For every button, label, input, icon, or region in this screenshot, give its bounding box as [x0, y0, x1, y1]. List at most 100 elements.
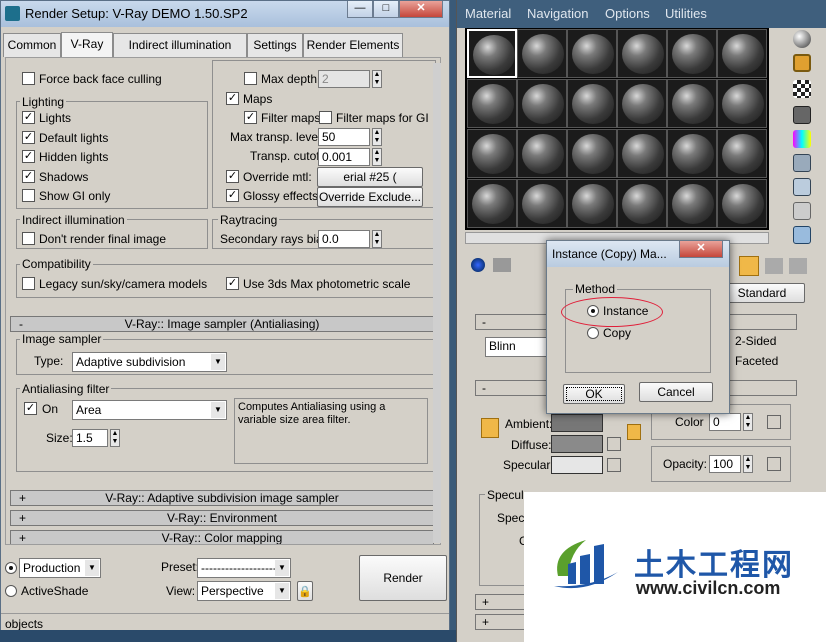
backlight-icon[interactable] [793, 54, 811, 72]
material-slot[interactable] [617, 79, 667, 128]
activeshade-radio[interactable] [5, 585, 17, 597]
max-transp-levels-field[interactable]: 50 [318, 128, 370, 146]
material-slot[interactable] [717, 29, 767, 78]
sample-uv-icon[interactable] [793, 106, 811, 124]
filter-maps-gi-checkbox[interactable] [319, 111, 332, 124]
preset-dropdown[interactable]: -------------------- ▼ [197, 558, 291, 578]
tab-indirect-illumination[interactable]: Indirect illumination [113, 33, 247, 57]
instance-radio[interactable] [587, 305, 599, 317]
secondary-rays-bias-field[interactable]: 0.0 [318, 230, 370, 248]
material-slot[interactable] [667, 179, 717, 228]
max-depth-checkbox[interactable] [244, 72, 257, 85]
material-slot[interactable] [467, 29, 517, 78]
tab-settings[interactable]: Settings [247, 33, 303, 57]
make-preview-icon[interactable] [793, 154, 811, 172]
lock-view-button[interactable]: 🔒 [297, 581, 313, 601]
secondary-rays-bias-spinner[interactable]: ▲ ▼ [372, 230, 382, 248]
material-slot[interactable] [667, 29, 717, 78]
material-slot[interactable] [617, 29, 667, 78]
go-to-parent-icon[interactable] [765, 258, 783, 274]
glossy-effects-checkbox[interactable]: ✓ [226, 189, 239, 202]
override-mtl-button[interactable]: erial #25 ( Standard ) [317, 167, 423, 202]
aa-filter-on-checkbox[interactable]: ✓ [24, 402, 37, 415]
self-illum-value-field[interactable]: 0 [709, 413, 741, 431]
maps-checkbox[interactable]: ✓ [226, 92, 239, 105]
production-dropdown[interactable]: Production ▼ [19, 558, 101, 578]
adaptive-subdivision-rollout-bar[interactable]: + V-Ray:: Adaptive subdivision image sam… [10, 490, 434, 506]
max-transp-levels-spinner[interactable]: ▲ ▼ [372, 128, 382, 146]
copy-radio[interactable] [587, 327, 599, 339]
force-back-face-culling-checkbox[interactable] [22, 72, 35, 85]
image-sampler-rollout-bar[interactable]: - V-Ray:: Image sampler (Antialiasing) [10, 316, 434, 332]
aa-size-spinner[interactable]: ▲ ▼ [110, 429, 120, 447]
material-slot[interactable] [717, 129, 767, 178]
ambient-swatch[interactable] [551, 414, 603, 432]
self-illum-map-button[interactable] [767, 415, 781, 429]
get-material-icon[interactable] [471, 258, 485, 272]
options-icon[interactable] [793, 178, 811, 196]
diffuse-swatch[interactable] [551, 435, 603, 453]
checker-background-icon[interactable] [793, 80, 811, 98]
material-slot[interactable] [717, 79, 767, 128]
override-exclude-button[interactable]: Override Exclude... [317, 187, 423, 207]
put-to-scene-icon[interactable] [493, 258, 511, 272]
use-photometric-checkbox[interactable]: ✓ [226, 277, 239, 290]
cancel-button[interactable]: Cancel [639, 382, 713, 402]
lights-checkbox[interactable]: ✓ [22, 111, 35, 124]
sampler-type-dropdown[interactable]: Adaptive subdivision ▼ [72, 352, 227, 372]
tab-vray[interactable]: V-Ray [61, 32, 113, 58]
dialog-title-bar[interactable]: Instance (Copy) Ma... ✕ [547, 241, 729, 267]
material-slot[interactable] [617, 179, 667, 228]
hidden-lights-checkbox[interactable]: ✓ [22, 150, 35, 163]
material-slot[interactable] [717, 179, 767, 228]
environment-rollout-bar[interactable]: + V-Ray:: Environment [10, 510, 434, 526]
menu-material[interactable]: Material [465, 6, 511, 21]
specular-map-button[interactable] [607, 458, 621, 472]
material-slot[interactable] [567, 29, 617, 78]
shadows-checkbox[interactable]: ✓ [22, 170, 35, 183]
sample-type-icon[interactable] [793, 30, 811, 48]
aa-filter-dropdown[interactable]: Area ▼ [72, 400, 227, 420]
opacity-spinner[interactable]: ▲ ▼ [743, 455, 753, 473]
transp-cutoff-field[interactable]: 0.001 [318, 148, 370, 166]
material-slot[interactable] [617, 129, 667, 178]
material-slot[interactable] [467, 129, 517, 178]
material-slot[interactable] [517, 29, 567, 78]
lock-ambient-icon[interactable] [481, 418, 499, 438]
ok-button[interactable]: OK [563, 384, 625, 404]
self-illum-spinner[interactable]: ▲ ▼ [743, 413, 753, 431]
go-forward-sibling-icon[interactable] [789, 258, 807, 274]
material-slot[interactable] [567, 179, 617, 228]
opacity-map-button[interactable] [767, 457, 781, 471]
minimize-button[interactable]: — [347, 1, 373, 18]
specular-swatch[interactable] [551, 456, 603, 474]
render-button[interactable]: Render [359, 555, 447, 601]
color-mapping-rollout-bar[interactable]: + V-Ray:: Color mapping [10, 530, 434, 544]
material-slot[interactable] [467, 179, 517, 228]
opacity-field[interactable]: 100 [709, 455, 741, 473]
diffuse-map-button[interactable] [607, 437, 621, 451]
material-slot[interactable] [667, 79, 717, 128]
production-radio[interactable] [5, 562, 17, 574]
shader-type-field[interactable]: Blinn [485, 337, 547, 357]
lock-icon[interactable] [627, 424, 641, 440]
video-color-check-icon[interactable] [793, 130, 811, 148]
override-mtl-checkbox[interactable]: ✓ [226, 170, 239, 183]
aa-size-field[interactable]: 1.5 [72, 429, 108, 447]
material-slot[interactable] [517, 129, 567, 178]
material-slot[interactable] [567, 79, 617, 128]
menu-navigation[interactable]: Navigation [527, 6, 588, 21]
maximize-button[interactable]: □ [373, 1, 399, 18]
legacy-sun-checkbox[interactable] [22, 277, 35, 290]
max-depth-spinner[interactable]: ▲ ▼ [372, 70, 382, 88]
material-slot[interactable] [517, 179, 567, 228]
close-button[interactable]: ✕ [399, 1, 443, 18]
title-bar[interactable]: Render Setup: V-Ray DEMO 1.50.SP2 — □ ✕ [1, 1, 449, 27]
material-slot[interactable] [467, 79, 517, 128]
menu-utilities[interactable]: Utilities [665, 6, 707, 21]
filter-maps-checkbox[interactable]: ✓ [244, 111, 257, 124]
material-slot[interactable] [567, 129, 617, 178]
standard-material-button[interactable]: Standard [719, 283, 805, 303]
material-slot[interactable] [667, 129, 717, 178]
default-lights-checkbox[interactable]: ✓ [22, 131, 35, 144]
